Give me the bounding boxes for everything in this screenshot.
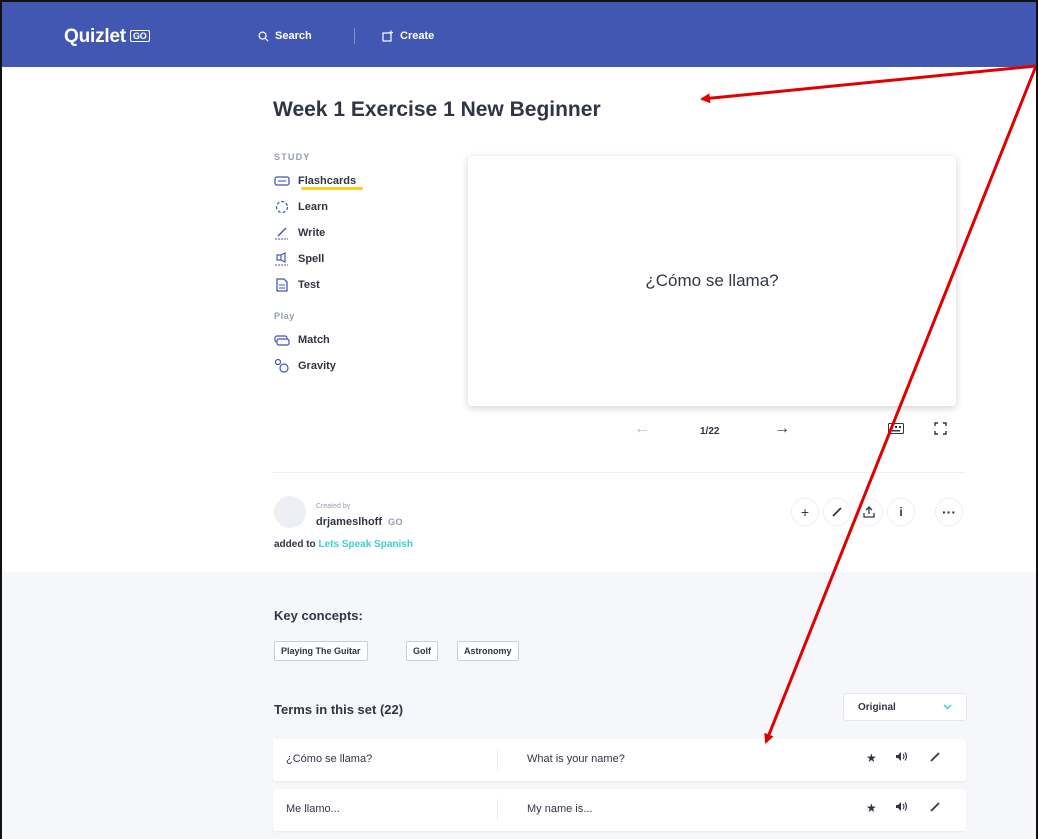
mode-spell[interactable]: Spell (274, 252, 324, 266)
concept-chip[interactable]: Astronomy (457, 641, 519, 661)
create-label: Create (400, 30, 435, 42)
previous-card-button[interactable]: ← (634, 420, 650, 438)
star-icon[interactable]: ★ (866, 751, 877, 765)
learn-icon (274, 200, 290, 214)
pencil-icon (832, 507, 842, 517)
section-divider (273, 472, 966, 473)
mode-gravity[interactable]: Gravity (274, 358, 336, 373)
term-definition: What is your name? (527, 753, 625, 765)
term-word: ¿Cómo se llama? (286, 753, 373, 765)
creator-username: drjameslhoff (316, 516, 383, 528)
arrow-right-icon: → (774, 420, 790, 437)
share-icon (863, 506, 875, 518)
keyboard-icon (888, 423, 904, 434)
mode-label: Learn (298, 201, 328, 213)
mode-label: Spell (298, 253, 325, 265)
create-button[interactable]: Create (382, 30, 434, 42)
mode-label: Gravity (298, 360, 336, 372)
folder-link[interactable]: Lets Speak Spanish (318, 539, 412, 550)
top-nav-bar: Quizlet GO Search Create (2, 2, 1036, 67)
sort-select[interactable]: Original (843, 693, 967, 721)
search-icon (258, 31, 269, 42)
annotation-arrow-title (700, 64, 1036, 104)
more-icon: ··· (942, 504, 956, 520)
table-row: ¿Cómo se llama? What is your name? ★ (273, 739, 966, 781)
info-icon: i (899, 505, 903, 519)
mode-learn[interactable]: Learn (274, 200, 328, 214)
audio-icon[interactable] (895, 801, 908, 815)
search-label: Search (275, 30, 312, 42)
created-by-label: Created by (316, 503, 351, 510)
term-separator (497, 749, 498, 771)
test-icon (274, 278, 290, 292)
next-card-button[interactable]: → (774, 420, 790, 438)
mode-label: Flashcards (298, 175, 357, 187)
edit-set-button[interactable] (823, 498, 851, 526)
quizlet-logo[interactable]: Quizlet GO (64, 26, 150, 48)
flashcard-term: ¿Cómo se llama? (645, 271, 779, 290)
card-counter: 1/22 (700, 426, 720, 437)
share-button[interactable] (855, 498, 883, 526)
study-section-label: STUDY (274, 152, 311, 162)
chevron-down-icon (943, 702, 952, 713)
mode-flashcards[interactable]: Flashcards (274, 174, 356, 188)
fullscreen-icon (934, 422, 947, 435)
star-icon[interactable]: ★ (866, 801, 877, 815)
mode-match[interactable]: Match (274, 333, 330, 347)
terms-title: Terms in this set (22) (274, 702, 404, 717)
create-icon (382, 30, 393, 42)
active-mode-underline (301, 187, 363, 190)
flashcard[interactable]: ¿Cómo se llama? (468, 156, 956, 406)
term-word: Me llamo... (286, 803, 340, 815)
key-concepts-title: Key concepts: (274, 608, 363, 623)
more-options-button[interactable]: ··· (935, 498, 963, 526)
creator-go-badge: GO (388, 517, 404, 527)
avatar[interactable] (274, 496, 306, 528)
logo-go-badge: GO (129, 30, 150, 42)
info-button[interactable]: i (887, 498, 915, 526)
pencil-icon[interactable] (929, 801, 941, 816)
mode-label: Write (298, 227, 326, 239)
table-row: Me llamo... My name is... ★ (273, 789, 966, 831)
match-icon (274, 333, 290, 347)
mode-label: Test (298, 279, 320, 291)
plus-icon: + (800, 504, 810, 520)
arrow-left-icon: ← (634, 420, 650, 437)
write-icon (274, 226, 290, 240)
added-to-prefix: added to (274, 539, 316, 550)
logo-text: Quizlet (64, 26, 126, 47)
keyboard-shortcuts-button[interactable] (888, 423, 904, 437)
add-to-folder-button[interactable]: + (791, 498, 819, 526)
concept-chip[interactable]: Golf (406, 641, 438, 661)
fullscreen-button[interactable] (934, 422, 947, 438)
pencil-icon[interactable] (929, 751, 941, 766)
search-button[interactable]: Search (258, 30, 312, 42)
audio-icon[interactable] (895, 751, 908, 765)
mode-write[interactable]: Write (274, 226, 325, 240)
mode-label: Match (298, 334, 330, 346)
concept-chip[interactable]: Playing The Guitar (274, 641, 368, 661)
creator-name[interactable]: drjameslhoff GO (316, 516, 403, 528)
play-section-label: Play (274, 311, 295, 321)
page-title: Week 1 Exercise 1 New Beginner (273, 98, 601, 121)
flashcards-icon (274, 174, 290, 188)
added-to-text: added to Lets Speak Spanish (274, 539, 413, 550)
mode-test[interactable]: Test (274, 278, 320, 292)
term-definition: My name is... (527, 803, 593, 815)
spell-icon (274, 252, 290, 266)
sort-value: Original (858, 701, 896, 713)
gravity-icon (274, 358, 290, 373)
nav-divider (354, 28, 355, 44)
term-separator (497, 799, 498, 821)
